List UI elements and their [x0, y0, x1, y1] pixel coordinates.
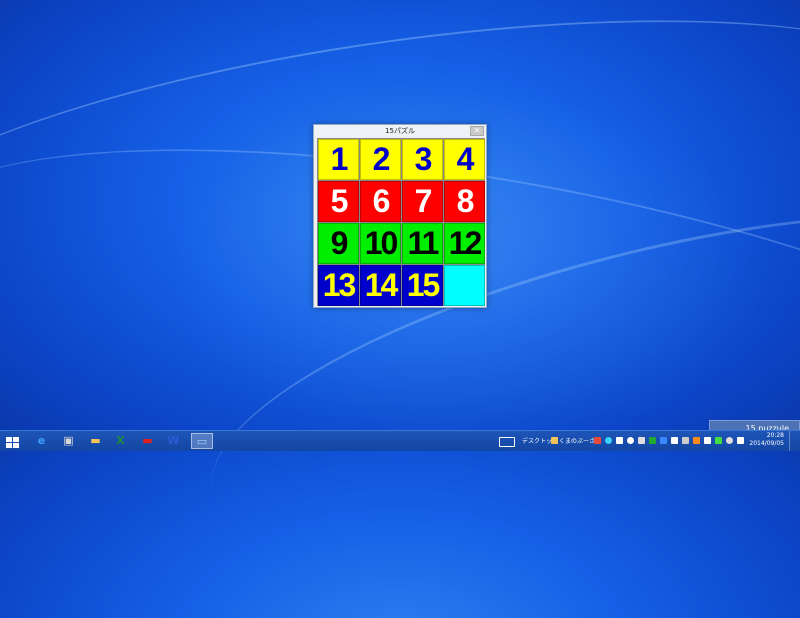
tray-user-icon[interactable] — [616, 437, 623, 444]
word-icon: W — [167, 434, 180, 447]
puzzle-tile-2[interactable]: 2 — [360, 139, 401, 180]
window-titlebar[interactable]: 15パズル ✕ — [314, 125, 486, 138]
network-icon[interactable] — [671, 437, 678, 444]
taskbar-excel-button[interactable]: X — [112, 433, 129, 449]
clock[interactable]: 20:28 2014/09/05 — [749, 432, 784, 448]
tray-globe-icon[interactable] — [605, 437, 612, 444]
puzzle-tile-8[interactable]: 8 — [444, 181, 485, 222]
bluetooth-icon[interactable] — [660, 437, 667, 444]
puzzle-tile-6[interactable]: 6 — [360, 181, 401, 222]
taskbar: e ▣ ▬ X ▬ W ▭ デスクトップ くまのぷーさ 20:28 2014/09/05 — [0, 430, 800, 451]
taskbar-file-explorer-button[interactable]: ▬ — [87, 433, 104, 449]
puzzle-tile-9[interactable]: 9 — [318, 223, 359, 264]
keyboard-icon[interactable] — [499, 437, 515, 447]
empty-tile[interactable] — [444, 265, 485, 306]
puzzle-tile-10[interactable]: 10 — [360, 223, 401, 264]
puzzle-tile-15[interactable]: 15 — [402, 265, 443, 306]
toolbar-icon — [551, 437, 558, 444]
puzzle-board: 1 2 3 4 5 6 7 8 9 10 11 12 13 14 15 — [317, 138, 485, 306]
flag-icon[interactable] — [638, 437, 645, 444]
tray-orange-icon[interactable] — [693, 437, 700, 444]
puzzle-tile-11[interactable]: 11 — [402, 223, 443, 264]
wallpaper-swoosh — [181, 145, 800, 618]
clock-date: 2014/09/05 — [749, 440, 784, 447]
cloud-icon[interactable] — [627, 437, 634, 444]
puzzle-tile-5[interactable]: 5 — [318, 181, 359, 222]
ime-icon[interactable] — [704, 437, 711, 444]
taskbar-app-2-button[interactable]: ▣ — [60, 433, 77, 449]
close-icon: ✕ — [473, 126, 481, 135]
start-button[interactable] — [2, 433, 19, 449]
volume-icon[interactable] — [682, 437, 689, 444]
puzzle-tile-14[interactable]: 14 — [360, 265, 401, 306]
app-icon: ▣ — [63, 434, 74, 447]
red-app-icon: ▬ — [142, 434, 153, 447]
cancel-icon[interactable] — [726, 437, 733, 444]
windows-logo-icon — [6, 437, 19, 449]
puzzle-tile-13[interactable]: 13 — [318, 265, 359, 306]
clock-time: 20:28 — [766, 432, 784, 439]
window-title: 15パズル — [385, 127, 415, 135]
tray-app-icon[interactable] — [594, 437, 601, 444]
ie-icon: e — [37, 434, 46, 447]
puzzle-tile-3[interactable]: 3 — [402, 139, 443, 180]
folder-icon: ▬ — [90, 434, 101, 447]
taskbar-internet-explorer-button[interactable]: e — [33, 433, 50, 449]
puzzle-tile-4[interactable]: 4 — [444, 139, 485, 180]
tray-green-icon[interactable] — [649, 437, 656, 444]
show-desktop-button[interactable] — [789, 431, 800, 451]
monitor-icon: ▭ — [196, 435, 208, 448]
taskbar-word-button[interactable]: W — [165, 433, 182, 449]
puzzle-tile-7[interactable]: 7 — [402, 181, 443, 222]
close-button[interactable]: ✕ — [470, 126, 484, 136]
ime-mode-icon[interactable] — [737, 437, 744, 444]
puzzle-tile-1[interactable]: 1 — [318, 139, 359, 180]
taskbar-app-red-button[interactable]: ▬ — [139, 433, 156, 449]
puzzle-window: 15パズル ✕ 1 2 3 4 5 6 7 8 9 10 11 12 13 14 15 — [313, 124, 487, 308]
system-tray: デスクトップ くまのぷーさ 20:28 2014/09/05 — [497, 431, 800, 451]
puzzle-tile-12[interactable]: 12 — [444, 223, 485, 264]
excel-icon: X — [116, 434, 125, 447]
taskbar-puzzle-app-button[interactable]: ▭ — [191, 433, 213, 449]
check-icon[interactable] — [715, 437, 722, 444]
toolbar-label[interactable]: くまのぷーさ — [559, 436, 595, 445]
